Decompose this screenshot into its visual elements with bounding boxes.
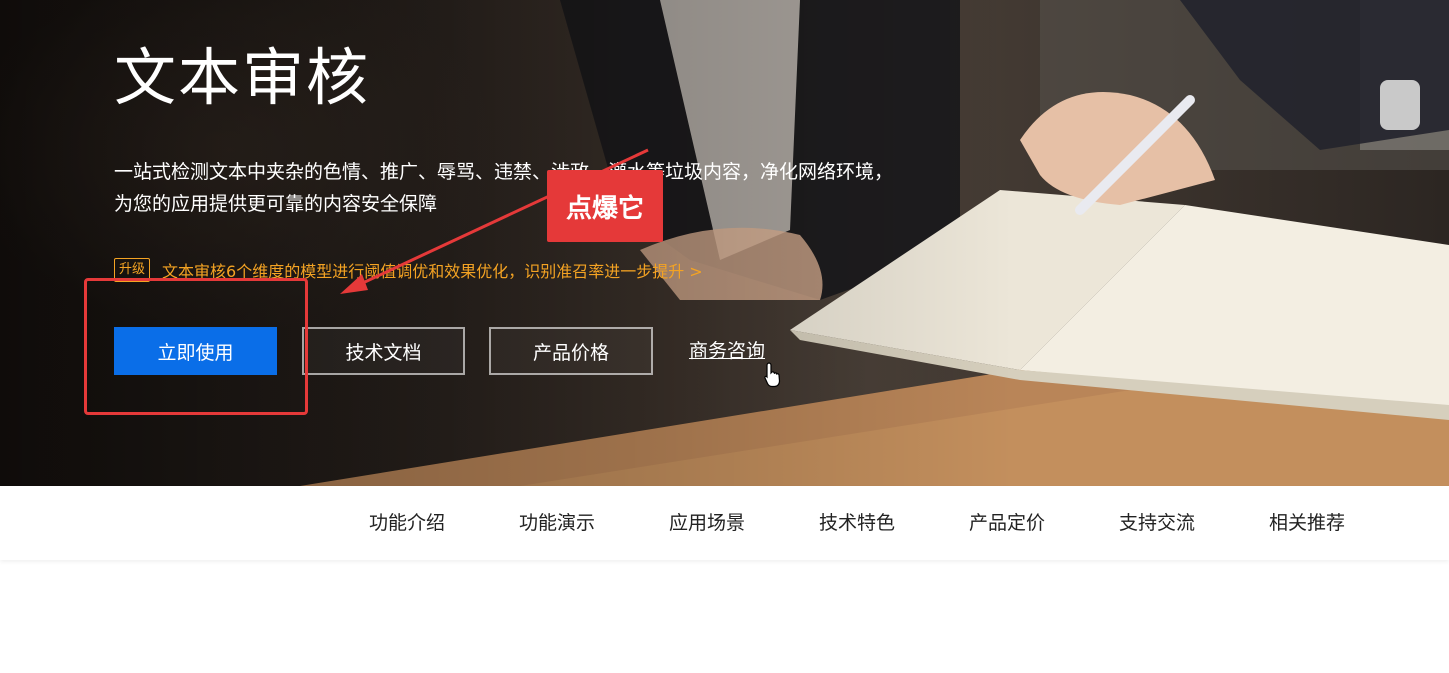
annotation-highlight-box (84, 278, 308, 415)
hand-pointer-icon (764, 362, 781, 388)
nav-item-demo[interactable]: 功能演示 (519, 510, 595, 536)
nav-item-features[interactable]: 功能介绍 (369, 510, 445, 536)
nav-item-related[interactable]: 相关推荐 (1269, 510, 1345, 536)
nav-item-pricing[interactable]: 产品定价 (969, 510, 1045, 536)
annotation-label: 点爆它 (547, 170, 663, 242)
nav-item-tech-features[interactable]: 技术特色 (819, 510, 895, 536)
product-price-button[interactable]: 产品价格 (489, 327, 653, 375)
hero-description: 一站式检测文本中夹杂的色情、推广、辱骂、违禁、涉政、灌水等垃圾内容，净化网络环境… (114, 161, 894, 215)
nav-item-scenarios[interactable]: 应用场景 (669, 510, 745, 536)
page-title: 文本审核 (114, 41, 371, 114)
nav-item-support[interactable]: 支持交流 (1119, 510, 1195, 536)
tech-docs-button[interactable]: 技术文档 (302, 327, 465, 375)
business-consult-link[interactable]: 商务咨询 (689, 336, 765, 363)
section-nav: 功能介绍 功能演示 应用场景 技术特色 产品定价 支持交流 相关推荐 (0, 486, 1449, 560)
